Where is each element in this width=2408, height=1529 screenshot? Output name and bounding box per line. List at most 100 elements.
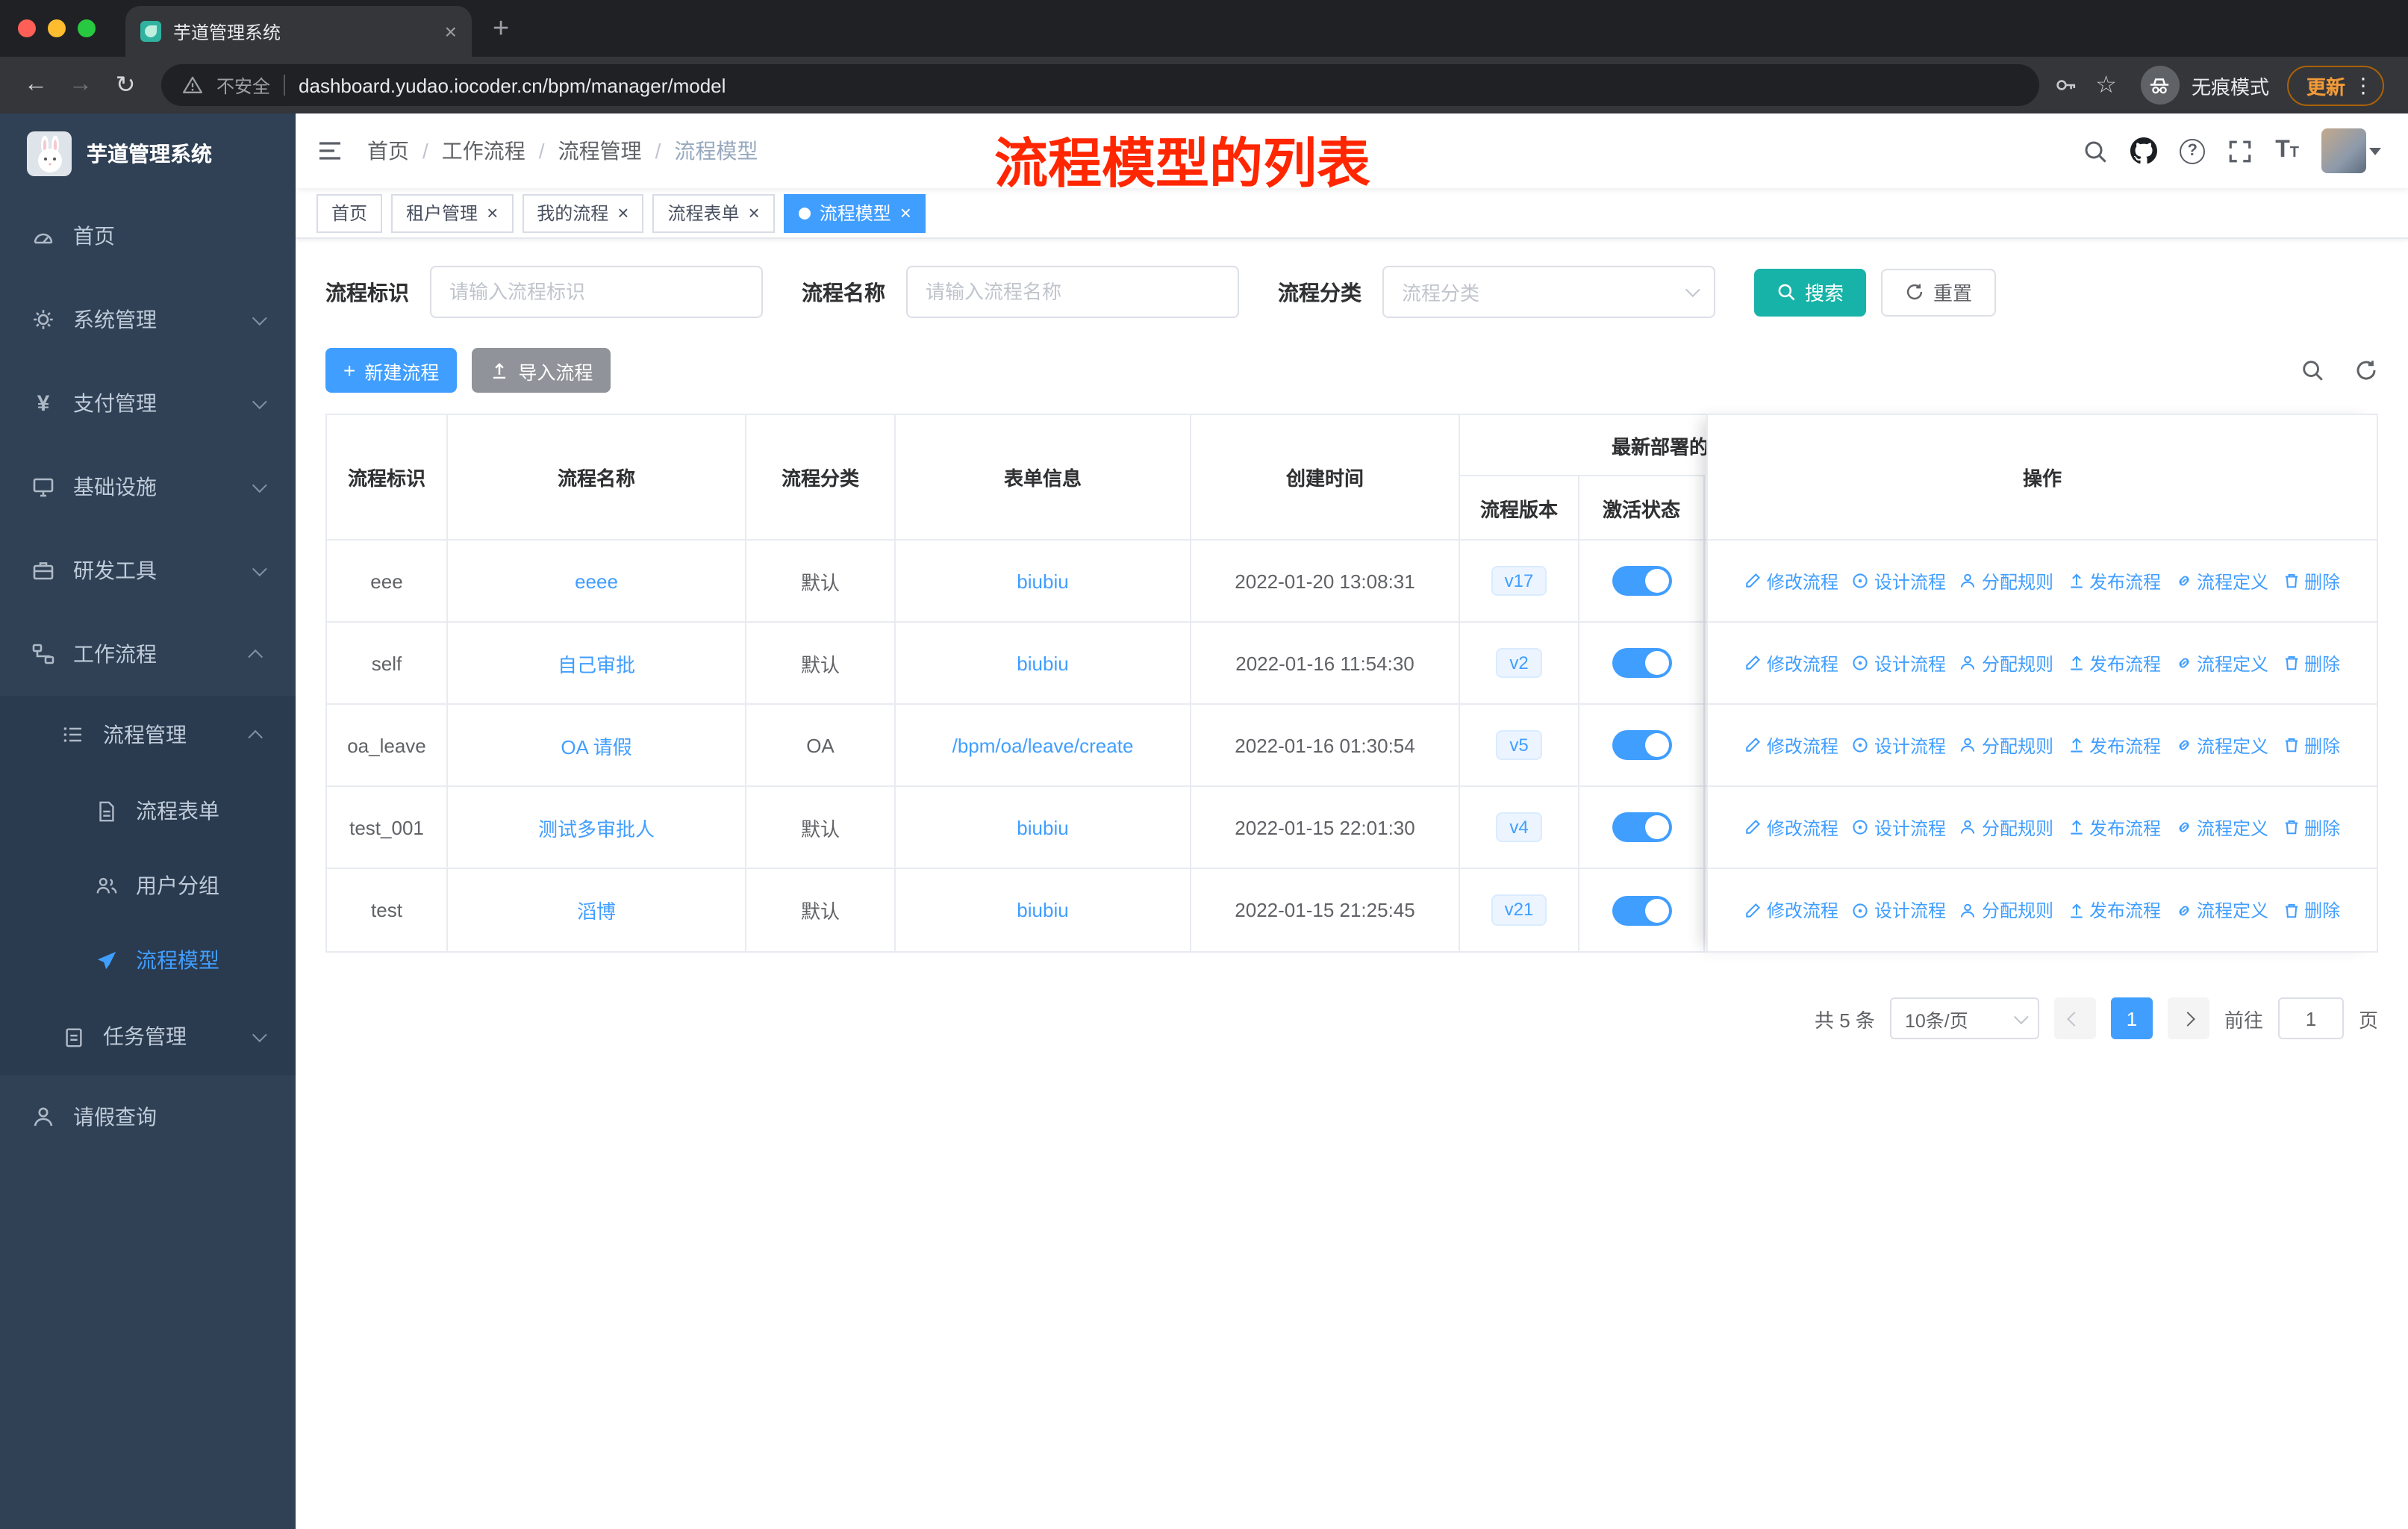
modify-process-link[interactable]: 修改流程 [1744, 815, 1838, 840]
hamburger-icon[interactable] [316, 137, 343, 164]
sidebar-item-workflow[interactable]: 工作流程 [0, 612, 296, 696]
active-status-toggle[interactable] [1612, 812, 1671, 842]
breadcrumb-home[interactable]: 首页 [367, 136, 409, 166]
tag-process-model[interactable]: 流程模型 × [783, 193, 926, 232]
sidebar-item-infra[interactable]: 基础设施 [0, 445, 296, 529]
sidebar-item-system[interactable]: 系统管理 [0, 278, 296, 361]
process-definition-link[interactable]: 流程定义 [2174, 732, 2268, 758]
modify-process-link[interactable]: 修改流程 [1744, 650, 1838, 676]
design-process-link[interactable]: 设计流程 [1852, 650, 1946, 676]
address-bar[interactable]: 不安全 dashboard.yudao.iocoder.cn/bpm/manag… [161, 64, 2039, 106]
assign-rule-link[interactable]: 分配规则 [1959, 650, 2053, 676]
search-button[interactable]: 搜索 [1754, 268, 1867, 316]
next-page-button[interactable] [2167, 997, 2209, 1039]
sidebar-item-task-mgmt[interactable]: 任务管理 [0, 997, 296, 1075]
form-info-link[interactable]: biubiu [1017, 816, 1068, 838]
close-window-button[interactable] [18, 19, 36, 37]
reload-icon[interactable]: ↻ [105, 64, 146, 106]
maximize-window-button[interactable] [78, 19, 96, 37]
delete-process-link[interactable]: 删除 [2282, 650, 2340, 676]
tag-process-form[interactable]: 流程表单 × [652, 193, 775, 232]
bookmark-star-icon[interactable]: ☆ [2095, 70, 2117, 100]
design-process-link[interactable]: 设计流程 [1852, 897, 1946, 923]
font-size-icon[interactable]: TT [2275, 137, 2299, 164]
modify-process-link[interactable]: 修改流程 [1744, 897, 1838, 923]
modify-process-link[interactable]: 修改流程 [1744, 732, 1838, 758]
process-definition-link[interactable]: 流程定义 [2174, 568, 2268, 594]
publish-process-link[interactable]: 发布流程 [2067, 568, 2161, 594]
back-icon[interactable]: ← [15, 64, 57, 106]
page-1-button[interactable]: 1 [2110, 997, 2153, 1039]
publish-process-link[interactable]: 发布流程 [2067, 732, 2161, 758]
process-name-link[interactable]: eeee [575, 570, 618, 592]
tag-home[interactable]: 首页 [316, 193, 383, 232]
minimize-window-button[interactable] [48, 19, 66, 37]
page-size-select[interactable]: 10条/页 [1889, 997, 2039, 1039]
process-definition-link[interactable]: 流程定义 [2174, 897, 2268, 923]
publish-process-link[interactable]: 发布流程 [2067, 815, 2161, 840]
browser-menu-icon[interactable]: ⋮ [2353, 72, 2374, 98]
sidebar-item-devtools[interactable]: 研发工具 [0, 529, 296, 612]
delete-process-link[interactable]: 删除 [2282, 568, 2340, 594]
sidebar-item-home[interactable]: 首页 [0, 194, 296, 278]
help-icon[interactable]: ? [2180, 138, 2206, 164]
breadcrumb-process-mgmt[interactable]: 流程管理 [558, 136, 642, 166]
import-process-button[interactable]: 导入流程 [472, 348, 611, 393]
update-chip[interactable]: 更新 ⋮ [2286, 65, 2384, 105]
fullscreen-icon[interactable] [2227, 138, 2253, 164]
delete-process-link[interactable]: 删除 [2282, 815, 2340, 840]
process-name-link[interactable]: 滔博 [577, 896, 616, 924]
new-tab-button[interactable]: + [493, 14, 509, 43]
active-status-toggle[interactable] [1612, 730, 1671, 760]
browser-tab[interactable]: 芋道管理系统 × [125, 6, 472, 57]
password-key-icon[interactable] [2053, 73, 2077, 97]
assign-rule-link[interactable]: 分配规则 [1959, 897, 2053, 923]
process-name-link[interactable]: 自己审批 [558, 649, 635, 677]
breadcrumb-workflow[interactable]: 工作流程 [442, 136, 525, 166]
tag-my-process[interactable]: 我的流程 × [522, 193, 644, 232]
process-key-input[interactable] [430, 266, 763, 318]
active-status-toggle[interactable] [1612, 566, 1671, 596]
goto-page-input[interactable] [2277, 997, 2344, 1039]
category-select[interactable]: 流程分类 [1382, 266, 1715, 318]
user-menu[interactable] [2321, 128, 2381, 173]
hide-search-icon[interactable] [2301, 358, 2324, 382]
process-name-link[interactable]: 测试多审批人 [538, 813, 655, 841]
delete-process-link[interactable]: 删除 [2282, 897, 2340, 923]
tag-close-icon[interactable]: × [487, 203, 498, 222]
sidebar-item-leave-query[interactable]: 请假查询 [0, 1075, 296, 1159]
form-info-link[interactable]: /bpm/oa/leave/create [952, 734, 1134, 756]
process-definition-link[interactable]: 流程定义 [2174, 815, 2268, 840]
tag-close-icon[interactable]: × [900, 203, 911, 222]
sidebar-item-process-model[interactable]: 流程模型 [0, 923, 296, 997]
assign-rule-link[interactable]: 分配规则 [1959, 568, 2053, 594]
process-name-input[interactable] [906, 266, 1239, 318]
assign-rule-link[interactable]: 分配规则 [1959, 732, 2053, 758]
sidebar-item-payment[interactable]: ¥ 支付管理 [0, 361, 296, 445]
tag-tenant[interactable]: 租户管理 × [391, 193, 514, 232]
form-info-link[interactable]: biubiu [1017, 652, 1068, 674]
process-definition-link[interactable]: 流程定义 [2174, 650, 2268, 676]
github-icon[interactable] [2130, 137, 2158, 164]
prev-page-button[interactable] [2053, 997, 2096, 1039]
modify-process-link[interactable]: 修改流程 [1744, 568, 1838, 594]
refresh-table-icon[interactable] [2354, 358, 2378, 382]
form-info-link[interactable]: biubiu [1017, 899, 1068, 921]
design-process-link[interactable]: 设计流程 [1852, 732, 1946, 758]
forward-icon[interactable]: → [60, 64, 102, 106]
create-process-button[interactable]: + 新建流程 [325, 348, 458, 393]
tab-close-icon[interactable]: × [445, 21, 457, 42]
tag-close-icon[interactable]: × [617, 203, 628, 222]
logo[interactable]: 芋道管理系统 [0, 113, 296, 194]
form-info-link[interactable]: biubiu [1017, 570, 1068, 592]
publish-process-link[interactable]: 发布流程 [2067, 897, 2161, 923]
reset-button[interactable]: 重置 [1881, 268, 1997, 316]
publish-process-link[interactable]: 发布流程 [2067, 650, 2161, 676]
design-process-link[interactable]: 设计流程 [1852, 568, 1946, 594]
tag-close-icon[interactable]: × [749, 203, 760, 222]
search-icon[interactable] [2083, 138, 2108, 164]
active-status-toggle[interactable] [1612, 895, 1671, 925]
design-process-link[interactable]: 设计流程 [1852, 815, 1946, 840]
sidebar-item-process-mgmt[interactable]: 流程管理 [0, 696, 296, 773]
process-name-link[interactable]: OA 请假 [561, 731, 631, 759]
